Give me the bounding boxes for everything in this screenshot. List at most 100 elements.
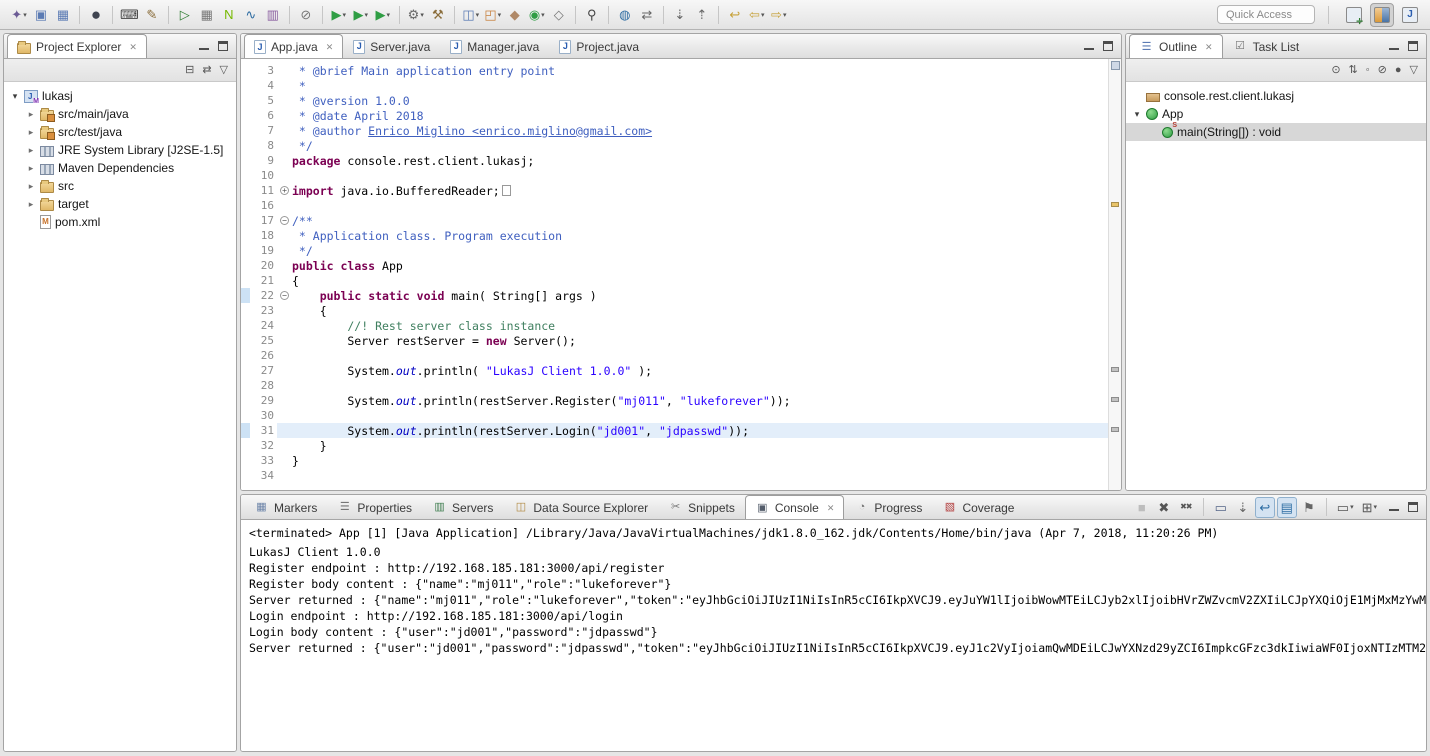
- maximize-icon[interactable]: [1408, 502, 1418, 512]
- code-line-5[interactable]: 5 * @version 1.0.0: [241, 93, 1108, 108]
- previous-annotation-icon[interactable]: ⇡: [691, 3, 713, 27]
- fold-toggle-icon[interactable]: +: [277, 183, 292, 198]
- new-web-project-icon[interactable]: ◰ ▾: [482, 3, 504, 27]
- code-line-4[interactable]: 4 *: [241, 78, 1108, 93]
- code-line-21[interactable]: 21 {: [241, 273, 1108, 288]
- twistie-collapsed-icon[interactable]: ▸: [26, 109, 36, 120]
- code-line-16[interactable]: 16: [241, 198, 1108, 213]
- code-line-27[interactable]: 27 System. out .println( "LukasJ Client 1.…: [241, 363, 1108, 378]
- code-line-22[interactable]: 22− public static void main( String[] ar…: [241, 288, 1108, 303]
- annotation-mark[interactable]: [1111, 397, 1119, 402]
- overview-ruler-header-icon[interactable]: [1111, 61, 1120, 70]
- fold-toggle-icon[interactable]: −: [277, 213, 292, 228]
- console-view[interactable]: <terminated> App [1] [Java Application] …: [241, 520, 1426, 751]
- editor-tab-app-java[interactable]: App.java ✕: [244, 34, 344, 58]
- debug-icon[interactable]: ▶ ▾: [328, 3, 350, 27]
- perspective-javaee[interactable]: [1370, 2, 1394, 27]
- code-line-19[interactable]: 19 */: [241, 243, 1108, 258]
- overview-ruler[interactable]: [1108, 59, 1121, 490]
- link-with-editor-icon[interactable]: ⇄: [202, 64, 211, 76]
- bottom-tab-markers[interactable]: Markers: [244, 495, 327, 519]
- maximize-icon[interactable]: [218, 41, 228, 51]
- outline-item-console-rest-client-lukasj[interactable]: console.rest.client.lukasj: [1126, 87, 1426, 105]
- search-icon[interactable]: ⚲: [581, 3, 603, 27]
- code-line-3[interactable]: 3 * @brief Main application entry point: [241, 63, 1108, 78]
- outline-tab-outline[interactable]: Outline ✕: [1129, 34, 1223, 58]
- remove-launch-icon[interactable]: ✖: [1154, 497, 1174, 518]
- view-menu-icon[interactable]: ▽: [220, 64, 228, 76]
- maximize-icon[interactable]: [1408, 41, 1418, 51]
- open-console-icon[interactable]: ⊞ ▾: [1359, 497, 1380, 518]
- project-tree-item-src-main-java[interactable]: ▸ src/main/java: [4, 105, 236, 123]
- code-line-31[interactable]: 31 System. out .println(restServer.Login("…: [241, 423, 1108, 438]
- folded-code-icon[interactable]: [501, 185, 511, 196]
- close-icon[interactable]: ✕: [827, 503, 835, 514]
- new-java-project-icon[interactable]: ◫ ▾: [460, 3, 482, 27]
- close-icon[interactable]: ✕: [326, 42, 334, 53]
- minimize-icon[interactable]: [1389, 42, 1399, 51]
- focus-icon[interactable]: ⊙: [1331, 64, 1340, 76]
- open-terminal-icon[interactable]: ⌨: [118, 3, 141, 27]
- new-wizard-icon[interactable]: ✦ ▾: [8, 3, 30, 27]
- profiler-icon[interactable]: N: [218, 3, 240, 27]
- trace-run-icon[interactable]: ▷: [174, 3, 196, 27]
- project-tree-item-src[interactable]: ▸ src: [4, 177, 236, 195]
- code-line-30[interactable]: 30: [241, 408, 1108, 423]
- close-icon[interactable]: ✕: [1205, 42, 1213, 53]
- scroll-lock-icon[interactable]: ⇣: [1233, 497, 1253, 518]
- fold-toggle-icon[interactable]: −: [277, 288, 292, 303]
- coverage-icon[interactable]: ▶ ▾: [372, 3, 394, 27]
- twistie-collapsed-icon[interactable]: ▸: [26, 127, 36, 138]
- new-jar-icon[interactable]: ◇: [548, 3, 570, 27]
- editor-tab-server-java[interactable]: Server.java: [343, 34, 440, 58]
- annotation-mark[interactable]: [1111, 427, 1119, 432]
- explorer-tab-project-explorer[interactable]: Project Explorer ✕: [7, 34, 147, 58]
- code-line-29[interactable]: 29 System. out .println(restServer.Registe…: [241, 393, 1108, 408]
- annotation-mark[interactable]: [1111, 367, 1119, 372]
- bottom-tab-properties[interactable]: Properties: [327, 495, 422, 519]
- code-line-26[interactable]: 26: [241, 348, 1108, 363]
- forward-icon[interactable]: ⇨ ▾: [768, 3, 790, 27]
- bottom-tab-coverage[interactable]: Coverage: [932, 495, 1024, 519]
- code-line-25[interactable]: 25 Server restServer = new Server();: [241, 333, 1108, 348]
- code-line-33[interactable]: 33}: [241, 453, 1108, 468]
- code-line-9[interactable]: 9 package console.rest.client.lukasj;: [241, 153, 1108, 168]
- editor-tab-manager-java[interactable]: Manager.java: [440, 34, 549, 58]
- project-tree-item-lukasj[interactable]: ▾ lukasj: [4, 87, 236, 105]
- code-line-34[interactable]: 34: [241, 468, 1108, 483]
- annotation-mark[interactable]: [1111, 202, 1119, 207]
- remove-all-terminated-icon[interactable]: ✖✖: [1176, 497, 1196, 518]
- twistie-collapsed-icon[interactable]: ▸: [26, 145, 36, 156]
- last-edit-location-icon[interactable]: ↩: [724, 3, 746, 27]
- code-line-32[interactable]: 32 }: [241, 438, 1108, 453]
- waveform-icon[interactable]: ∿: [240, 3, 262, 27]
- project-tree-item-jre-system-library-j2se-1-5[interactable]: ▸ JRE System Library [J2SE-1.5]: [4, 141, 236, 159]
- code-line-24[interactable]: 24 //! Rest server class instance: [241, 318, 1108, 333]
- hide-static-members-icon[interactable]: ⊘: [1378, 64, 1387, 76]
- editor-tab-project-java[interactable]: Project.java: [549, 34, 649, 58]
- outline-tab-task-list[interactable]: Task List: [1223, 34, 1310, 58]
- minimize-icon[interactable]: [1389, 503, 1399, 512]
- word-wrap-icon[interactable]: ↩: [1254, 496, 1275, 518]
- run-icon[interactable]: ▶ ▾: [350, 3, 372, 27]
- clear-console-icon[interactable]: ▭: [1211, 497, 1231, 518]
- code-line-8[interactable]: 8 */: [241, 138, 1108, 153]
- code-line-7[interactable]: 7 * @author Enrico Miglino <enrico.migli…: [241, 123, 1108, 138]
- quick-access-input[interactable]: [1217, 5, 1315, 24]
- save-all-icon[interactable]: ▦: [52, 3, 74, 27]
- twistie-collapsed-icon[interactable]: ▸: [26, 181, 36, 192]
- minimize-icon[interactable]: [199, 42, 209, 51]
- terminate-icon[interactable]: ■: [1132, 497, 1152, 518]
- hide-non-public-icon[interactable]: ●: [1395, 64, 1402, 76]
- code-line-11[interactable]: 11 + import java.io.BufferedReader;: [241, 183, 1108, 198]
- web-browser-icon[interactable]: ◍: [614, 3, 636, 27]
- project-tree-item-maven-dependencies[interactable]: ▸ Maven Dependencies: [4, 159, 236, 177]
- next-annotation-icon[interactable]: ⇣: [669, 3, 691, 27]
- view-menu-icon[interactable]: ▽: [1410, 64, 1418, 76]
- outline-item-main-string-void[interactable]: main(String[]) : void: [1126, 122, 1426, 141]
- pin-console-icon[interactable]: ⚑: [1299, 497, 1319, 518]
- twistie-expanded-icon[interactable]: ▾: [10, 91, 20, 102]
- bottom-tab-data-source-explorer[interactable]: Data Source Explorer: [503, 495, 658, 519]
- code-line-10[interactable]: 10: [241, 168, 1108, 183]
- hide-fields-icon[interactable]: ◦: [1366, 64, 1370, 76]
